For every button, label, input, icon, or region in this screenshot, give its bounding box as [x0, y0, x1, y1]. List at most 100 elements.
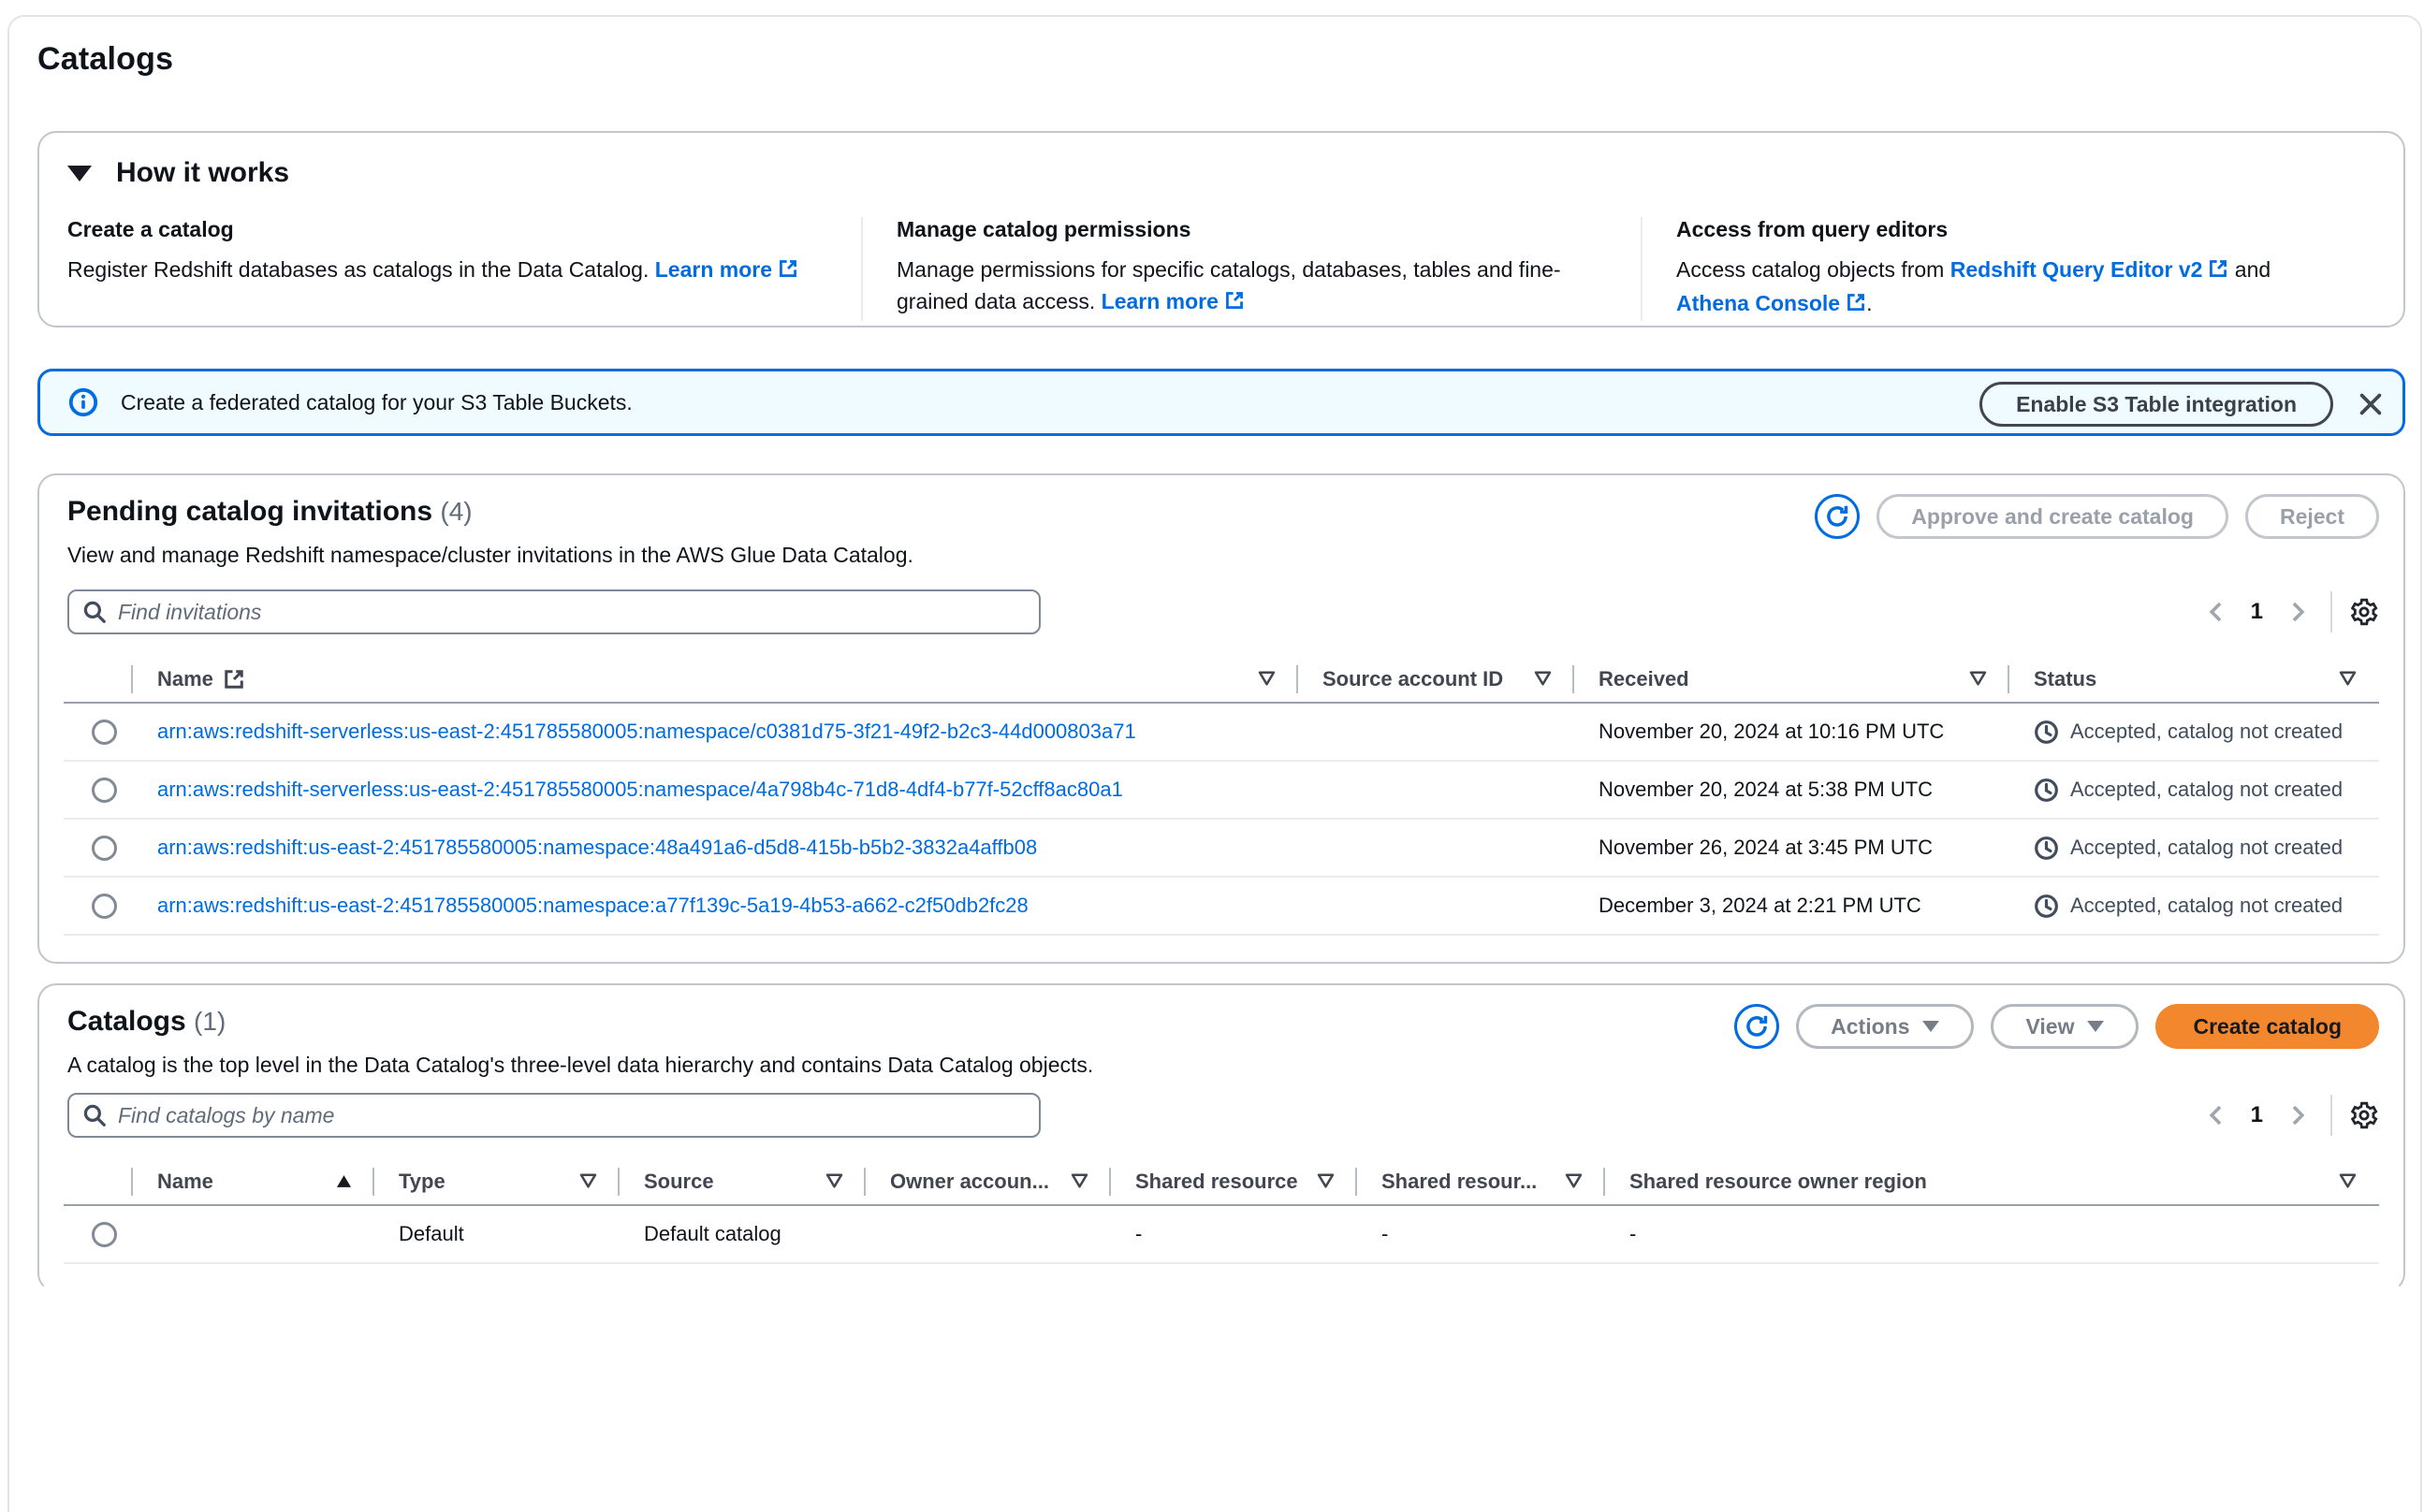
pending-invitations-panel: Pending catalog invitations (4) Approve …	[37, 473, 2405, 964]
search-input[interactable]	[118, 1103, 1026, 1128]
external-link-icon	[223, 668, 245, 691]
card-heading: Create a catalog	[67, 217, 824, 242]
table-row: Default Default catalog - - -	[64, 1206, 2379, 1264]
filter-icon[interactable]	[579, 1170, 597, 1194]
caret-down-icon	[2087, 1021, 2104, 1032]
previous-page-icon[interactable]	[2200, 1099, 2232, 1131]
external-link-icon	[778, 255, 798, 287]
info-banner: Create a federated catalog for your S3 T…	[37, 369, 2405, 436]
caret-down-icon	[1922, 1021, 1939, 1032]
invitation-name-link[interactable]: arn:aws:redshift:us-east-2:451785580005:…	[157, 836, 1037, 859]
clock-icon	[2034, 720, 2059, 745]
previous-page-icon[interactable]	[2200, 596, 2232, 628]
column-shared-resource-owner-region[interactable]: Shared resource owner region	[1605, 1159, 2379, 1204]
invitation-name-link[interactable]: arn:aws:redshift-serverless:us-east-2:45…	[157, 778, 1123, 801]
card-create-a-catalog: Create a catalog Register Redshift datab…	[67, 217, 861, 321]
table-row: arn:aws:redshift-serverless:us-east-2:45…	[64, 704, 2379, 762]
status-cell: Accepted, catalog not created	[2009, 836, 2379, 861]
column-name[interactable]: Name	[133, 657, 1298, 702]
pending-invitations-title: Pending catalog invitations (4)	[67, 496, 473, 528]
column-shared-resource-2[interactable]: Shared resour...	[1357, 1159, 1605, 1204]
card-heading: Access from query editors	[1676, 217, 2338, 242]
refresh-icon[interactable]	[1734, 1004, 1779, 1049]
info-icon	[68, 387, 98, 417]
received-cell: November 26, 2024 at 3:45 PM UTC	[1574, 836, 2009, 860]
gear-icon[interactable]	[2349, 597, 2379, 627]
select-all-column	[64, 1159, 133, 1204]
clock-icon	[2034, 836, 2059, 861]
search-icon	[82, 1103, 107, 1127]
select-all-column	[64, 657, 133, 702]
catalogs-count: (1)	[194, 1007, 226, 1036]
column-name[interactable]: Name	[133, 1159, 374, 1204]
column-received[interactable]: Received	[1574, 657, 2009, 702]
catalogs-title: Catalogs (1)	[67, 1006, 226, 1038]
filter-icon[interactable]	[1969, 667, 1987, 691]
column-shared-resource[interactable]: Shared resource	[1111, 1159, 1357, 1204]
actions-dropdown[interactable]: Actions	[1796, 1004, 1974, 1049]
filter-icon[interactable]	[1317, 1170, 1335, 1194]
filter-icon[interactable]	[2339, 667, 2357, 691]
card-body: Register Redshift databases as catalogs …	[67, 257, 649, 282]
table-row: arn:aws:redshift-serverless:us-east-2:45…	[64, 762, 2379, 820]
invitations-pagination: 1	[2200, 591, 2379, 632]
row-radio[interactable]	[92, 1222, 117, 1247]
row-radio[interactable]	[92, 836, 117, 861]
close-icon[interactable]	[2356, 390, 2386, 420]
filter-icon[interactable]	[1565, 1170, 1583, 1194]
gear-icon[interactable]	[2349, 1100, 2379, 1130]
filter-icon[interactable]	[1258, 667, 1276, 691]
how-it-works-columns: Create a catalog Register Redshift datab…	[67, 217, 2375, 321]
shared-resource-2-cell: -	[1357, 1222, 1605, 1246]
status-cell: Accepted, catalog not created	[2009, 778, 2379, 803]
column-type[interactable]: Type	[374, 1159, 620, 1204]
banner-message: Create a federated catalog for your S3 T…	[121, 390, 633, 415]
external-link-icon	[1846, 289, 1866, 321]
received-cell: November 20, 2024 at 5:38 PM UTC	[1574, 778, 2009, 802]
filter-icon[interactable]	[2339, 1170, 2357, 1194]
view-dropdown[interactable]: View	[1991, 1004, 2139, 1049]
column-source[interactable]: Source	[620, 1159, 866, 1204]
reject-button[interactable]: Reject	[2245, 494, 2379, 539]
learn-more-link[interactable]: Learn more	[655, 257, 798, 282]
how-it-works-header[interactable]: How it works	[67, 157, 2375, 189]
filter-icon[interactable]	[1071, 1170, 1088, 1194]
invitations-table: Name Source account ID Received Status a…	[39, 657, 2403, 936]
create-catalog-button[interactable]: Create catalog	[2155, 1004, 2379, 1049]
invitation-name-link[interactable]: arn:aws:redshift:us-east-2:451785580005:…	[157, 894, 1029, 917]
received-cell: November 20, 2024 at 10:16 PM UTC	[1574, 720, 2009, 744]
column-owner-account[interactable]: Owner accoun...	[866, 1159, 1111, 1204]
invitation-name-link[interactable]: arn:aws:redshift-serverless:us-east-2:45…	[157, 720, 1136, 743]
row-radio[interactable]	[92, 894, 117, 919]
find-invitations-search[interactable]	[67, 589, 1041, 634]
refresh-icon[interactable]	[1815, 494, 1860, 539]
search-input[interactable]	[118, 600, 1026, 625]
filter-icon[interactable]	[825, 1170, 843, 1194]
next-page-icon[interactable]	[2282, 1099, 2314, 1131]
learn-more-link[interactable]: Learn more	[1102, 289, 1245, 313]
catalogs-description: A catalog is the top level in the Data C…	[67, 1053, 1093, 1078]
redshift-query-editor-link[interactable]: Redshift Query Editor v2	[1950, 257, 2229, 282]
filter-icon[interactable]	[1534, 667, 1552, 691]
column-status[interactable]: Status	[2009, 657, 2379, 702]
how-it-works-title: How it works	[116, 157, 289, 189]
row-radio[interactable]	[92, 720, 117, 745]
page-title: Catalogs	[37, 41, 173, 78]
source-cell: Default catalog	[620, 1222, 866, 1246]
row-radio[interactable]	[92, 778, 117, 803]
card-heading: Manage catalog permissions	[897, 217, 1603, 242]
invitations-count: (4)	[440, 497, 472, 526]
find-catalogs-search[interactable]	[67, 1093, 1041, 1138]
shared-resource-owner-region-cell: -	[1605, 1222, 2379, 1246]
card-access-query-editors: Access from query editors Access catalog…	[1641, 217, 2375, 321]
enable-s3-table-integration-button[interactable]: Enable S3 Table integration	[1979, 382, 2333, 427]
next-page-icon[interactable]	[2282, 596, 2314, 628]
collapse-icon	[67, 166, 92, 182]
athena-console-link[interactable]: Athena Console	[1676, 291, 1866, 315]
status-text: Accepted, catalog not created	[2070, 894, 2343, 918]
external-link-icon	[1224, 287, 1245, 319]
approve-and-create-catalog-button[interactable]: Approve and create catalog	[1876, 494, 2228, 539]
clock-icon	[2034, 894, 2059, 919]
sort-ascending-icon[interactable]	[336, 1170, 352, 1194]
column-source-account-id[interactable]: Source account ID	[1298, 657, 1574, 702]
